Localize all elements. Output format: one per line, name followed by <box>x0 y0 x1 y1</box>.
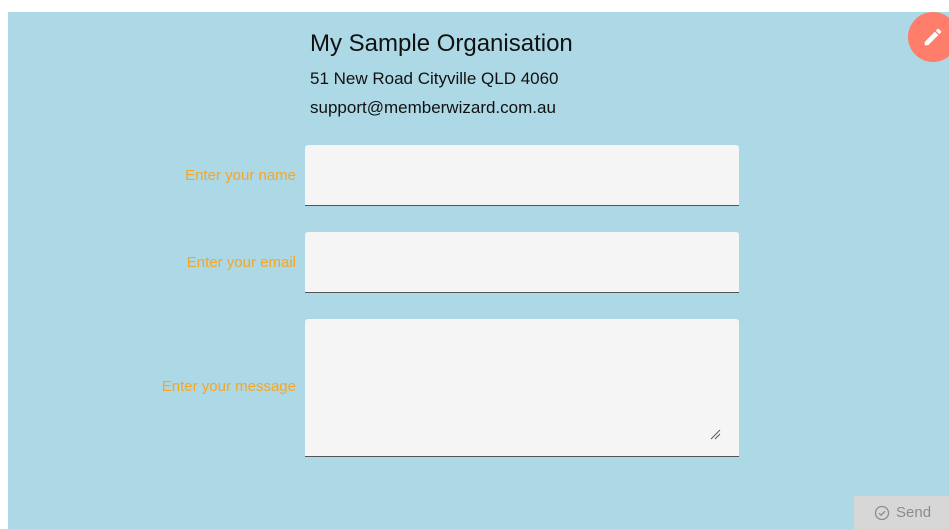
organisation-name: My Sample Organisation <box>310 30 573 57</box>
email-input[interactable] <box>305 232 739 293</box>
check-circle-icon <box>874 505 890 520</box>
organisation-address: 51 New Road Cityville QLD 4060 <box>310 69 559 88</box>
pencil-icon <box>924 28 942 46</box>
message-label: Enter your message <box>161 378 296 395</box>
resize-handle-icon[interactable] <box>709 428 721 440</box>
send-label: Send <box>896 504 932 521</box>
name-input[interactable] <box>305 145 739 206</box>
email-label: Enter your email <box>186 254 296 271</box>
send-button[interactable]: Send <box>854 496 949 529</box>
name-label: Enter your name <box>185 167 296 184</box>
organisation-email: support@memberwizard.com.au <box>310 98 556 117</box>
message-input[interactable] <box>305 319 739 457</box>
